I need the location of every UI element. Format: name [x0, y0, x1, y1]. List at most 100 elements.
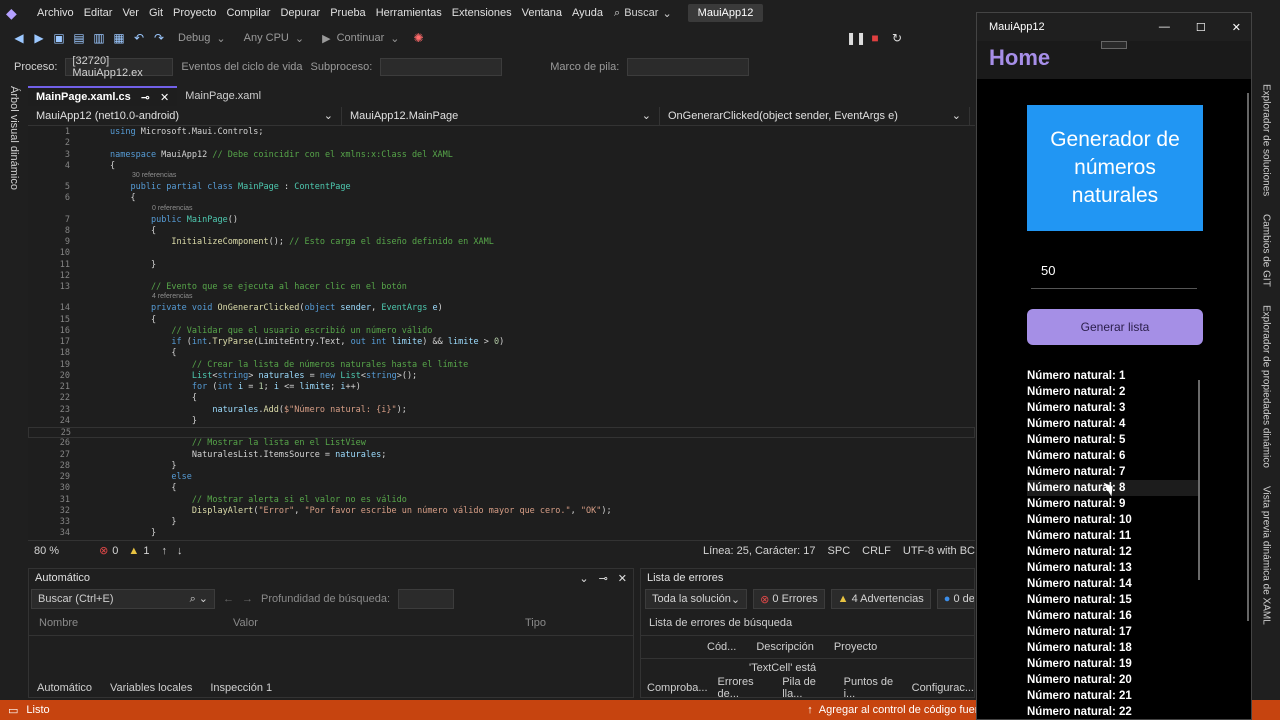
git-changes-tab[interactable]: Cambios de GIT [1261, 214, 1272, 287]
list-item[interactable]: Número natural: 2 [1027, 384, 1197, 400]
list-item[interactable]: Número natural: 4 [1027, 416, 1197, 432]
platform-dropdown[interactable]: Any CPU ⌄ [238, 29, 310, 47]
zoom-dropdown[interactable]: 80 % [34, 545, 59, 557]
list-item[interactable]: Número natural: 16 [1027, 608, 1197, 624]
nav-back-icon[interactable]: ← [223, 593, 234, 605]
list-item[interactable]: Número natural: 3 [1027, 400, 1197, 416]
menu-editar[interactable]: Editar [79, 7, 118, 19]
menu-ventana[interactable]: Ventana [517, 7, 567, 19]
code-line[interactable]: 8 { [28, 226, 975, 237]
project-badge[interactable]: MauiApp12 [687, 4, 764, 22]
menu-proyecto[interactable]: Proyecto [168, 7, 221, 19]
tab-comprobacion[interactable]: Comproba... [647, 682, 708, 694]
list-item[interactable]: Número natural: 13 [1027, 560, 1197, 576]
restart-icon[interactable]: ↻ [890, 31, 904, 45]
toolbar-grip-icon[interactable] [1101, 41, 1127, 49]
list-item[interactable]: Número natural: 18 [1027, 640, 1197, 656]
menu-herramientas[interactable]: Herramientas [371, 7, 447, 19]
pin-icon[interactable]: ⊸ [599, 572, 608, 585]
code-line[interactable]: 24 } [28, 416, 975, 427]
code-line[interactable]: 13 // Evento que se ejecuta al hacer cli… [28, 282, 975, 293]
menu-archivo[interactable]: Archivo [32, 7, 79, 19]
code-line[interactable]: 4{ [28, 161, 975, 172]
code-lens-references[interactable]: 30 referencias [132, 172, 176, 179]
list-item[interactable]: Número natural: 1 [1027, 368, 1197, 384]
errors-filter-button[interactable]: ⊗ 0 Errores [753, 589, 825, 609]
list-item[interactable]: Número natural: 10 [1027, 512, 1197, 528]
autos-search-input[interactable]: Buscar (Ctrl+E) ⌕ ⌄ [31, 589, 215, 609]
nav-forward-icon[interactable]: → [242, 593, 253, 605]
code-line[interactable]: 23 naturales.Add($"Número natural: {i}")… [28, 405, 975, 416]
lifecycle-events-dropdown[interactable]: Eventos del ciclo de vida [181, 61, 302, 73]
list-item[interactable]: Número natural: 17 [1027, 624, 1197, 640]
list-item[interactable]: Número natural: 6 [1027, 448, 1197, 464]
code-line[interactable]: 28 } [28, 461, 975, 472]
app-title-bar[interactable]: MauiApp12 — ☐ ✕ [977, 13, 1251, 41]
menu-compilar[interactable]: Compilar [221, 7, 275, 19]
undo-icon[interactable]: ↶ [132, 31, 146, 45]
code-line[interactable]: 6 { [28, 193, 975, 204]
code-line[interactable]: 25 [28, 427, 975, 438]
code-line[interactable]: 1 using Microsoft.Maui.Controls; [28, 127, 975, 138]
code-line[interactable]: 10 [28, 248, 975, 259]
xaml-live-preview-tab[interactable]: Vista previa dinámica de XAML [1261, 486, 1272, 625]
code-line[interactable]: 31 // Mostrar alerta si el valor no es v… [28, 495, 975, 506]
live-property-explorer-tab[interactable]: Explorador de propiedades dinámico [1261, 305, 1272, 468]
config-dropdown[interactable]: Debug ⌄ [172, 29, 232, 47]
close-icon[interactable]: ✕ [618, 572, 627, 585]
arrow-down-icon[interactable]: ↓ [177, 545, 183, 557]
tab-automatico[interactable]: Automático [37, 682, 92, 694]
menu-extensiones[interactable]: Extensiones [447, 7, 517, 19]
member-nav-dropdown[interactable]: OnGenerarClicked(object sender, EventArg… [660, 106, 970, 125]
scope-dropdown[interactable]: Toda la solución ⌄ [645, 589, 748, 609]
tab-errores[interactable]: Errores de... [718, 676, 773, 697]
code-lens-references[interactable]: 0 referencias [152, 205, 192, 212]
code-line[interactable]: 17 if (int.TryParse(LimiteEntry.Text, ou… [28, 337, 975, 348]
list-item[interactable]: Número natural: 7 [1027, 464, 1197, 480]
close-icon[interactable]: ✕ [1232, 21, 1241, 34]
list-scrollbar[interactable] [1198, 380, 1200, 580]
code-line[interactable]: 5 public partial class MainPage : Conten… [28, 182, 975, 193]
generate-list-button[interactable]: Generar lista [1027, 309, 1203, 345]
code-line[interactable]: 15 { [28, 315, 975, 326]
minimize-icon[interactable]: — [1159, 21, 1170, 34]
code-line[interactable]: 21 for (int i = 1; i <= limite; i++) [28, 382, 975, 393]
list-item[interactable]: Número natural: 14 [1027, 576, 1197, 592]
tab-pila-llamadas[interactable]: Pila de lla... [782, 676, 833, 697]
page-scrollbar[interactable] [1247, 93, 1249, 621]
forward-icon[interactable]: ▶ [32, 31, 46, 45]
error-row[interactable]: 'TextCell' está [641, 659, 974, 674]
code-line[interactable]: 3 namespace MauiApp12 // Debe coincidir c… [28, 150, 975, 161]
solution-explorer-tab[interactable]: Explorador de soluciones [1261, 84, 1272, 196]
menu-git[interactable]: Git [144, 7, 168, 19]
chevron-down-icon[interactable]: ⌄ [579, 572, 588, 585]
code-line[interactable]: 34 } [28, 528, 975, 539]
naturals-list[interactable]: Número natural: 1 Número natural: 2 Número… [1027, 368, 1199, 719]
tab-mainpage-xaml-cs[interactable]: MainPage.xaml.cs ⊸ ✕ [28, 86, 178, 106]
code-line[interactable]: 9 InitializeComponent(); // Esto carga e… [28, 237, 975, 248]
code-line[interactable]: 18 { [28, 348, 975, 359]
code-line[interactable]: 19 // Crear la lista de números naturale… [28, 360, 975, 371]
code-line[interactable]: 22 { [28, 393, 975, 404]
stop-icon[interactable]: ■ [868, 31, 882, 45]
code-editor[interactable]: 1 using Microsoft.Maui.Controls; 2 3 namespa… [28, 126, 975, 540]
messages-filter-button[interactable]: ● 0 de 2 [936, 589, 974, 609]
open-icon[interactable]: ▤ [72, 31, 86, 45]
code-line[interactable]: 26 // Mostrar la lista en el ListView [28, 438, 975, 449]
code-line[interactable]: 27 NaturalesList.ItemsSource = naturales… [28, 450, 975, 461]
menu-prueba[interactable]: Prueba [325, 7, 370, 19]
type-nav-dropdown[interactable]: MauiApp12.MainPage ⌄ [342, 106, 660, 125]
limit-entry[interactable]: 50 [1031, 253, 1197, 289]
process-dropdown[interactable]: [32720] MauiApp12.ex [65, 55, 174, 79]
code-lens-references[interactable]: 4 referencias [152, 293, 192, 300]
list-item[interactable]: Número natural: 20 [1027, 672, 1197, 688]
menu-ayuda[interactable]: Ayuda [567, 7, 608, 19]
code-line[interactable]: 14 private void OnGenerarClicked(object … [28, 303, 975, 314]
new-item-icon[interactable]: ▣ [52, 31, 66, 45]
project-nav-dropdown[interactable]: MauiApp12 (net10.0-android) ⌄ [28, 106, 342, 125]
code-line[interactable]: 11 } [28, 260, 975, 271]
maximize-icon[interactable]: ☐ [1196, 21, 1206, 34]
depth-dropdown[interactable] [398, 589, 455, 609]
list-item[interactable]: Número natural: 9 [1027, 496, 1197, 512]
list-item[interactable]: Número natural: 22 [1027, 704, 1197, 719]
